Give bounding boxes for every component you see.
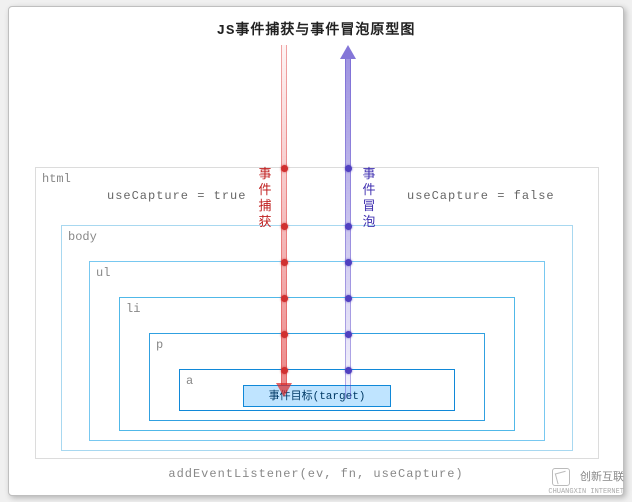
label-li: li [126, 302, 140, 316]
event-target: 事件目标(target) [243, 385, 391, 407]
dot-capture-html [281, 165, 288, 172]
label-p: p [156, 338, 163, 352]
arrow-down-icon [276, 383, 292, 397]
watermark-text-en: CHUANGXIN INTERNET [548, 488, 624, 496]
dot-bubble-ul [345, 259, 352, 266]
dot-capture-ul [281, 259, 288, 266]
arrow-up-icon [340, 45, 356, 59]
dot-bubble-body [345, 223, 352, 230]
label-html: html [42, 172, 71, 186]
capture-phase-label: 事 件 捕 获 [257, 167, 273, 231]
text-usecapture-false: useCapture = false [407, 189, 555, 203]
diagram-title: JS事件捕获与事件冒泡原型图 [9, 19, 623, 39]
bubble-phase-label: 事 件 冒 泡 [361, 167, 377, 231]
dot-capture-p [281, 331, 288, 338]
dot-bubble-a [345, 367, 352, 374]
dot-bubble-html [345, 165, 352, 172]
dot-capture-li [281, 295, 288, 302]
watermark-text-cn: 创新互联 [580, 472, 624, 484]
diagram-frame: JS事件捕获与事件冒泡原型图 html body ul li p a 事件目标(… [8, 6, 624, 496]
dot-capture-a [281, 367, 288, 374]
label-a: a [186, 374, 193, 388]
label-ul: ul [96, 266, 110, 280]
dot-bubble-p [345, 331, 352, 338]
label-body: body [68, 230, 97, 244]
dot-capture-body [281, 223, 288, 230]
watermark-logo-icon [552, 468, 570, 486]
text-usecapture-true: useCapture = true [107, 189, 246, 203]
footer-api: addEventListener(ev, fn, useCapture) [9, 467, 623, 481]
watermark: 创新互联 CHUANGXIN INTERNET [548, 468, 624, 498]
dot-bubble-li [345, 295, 352, 302]
